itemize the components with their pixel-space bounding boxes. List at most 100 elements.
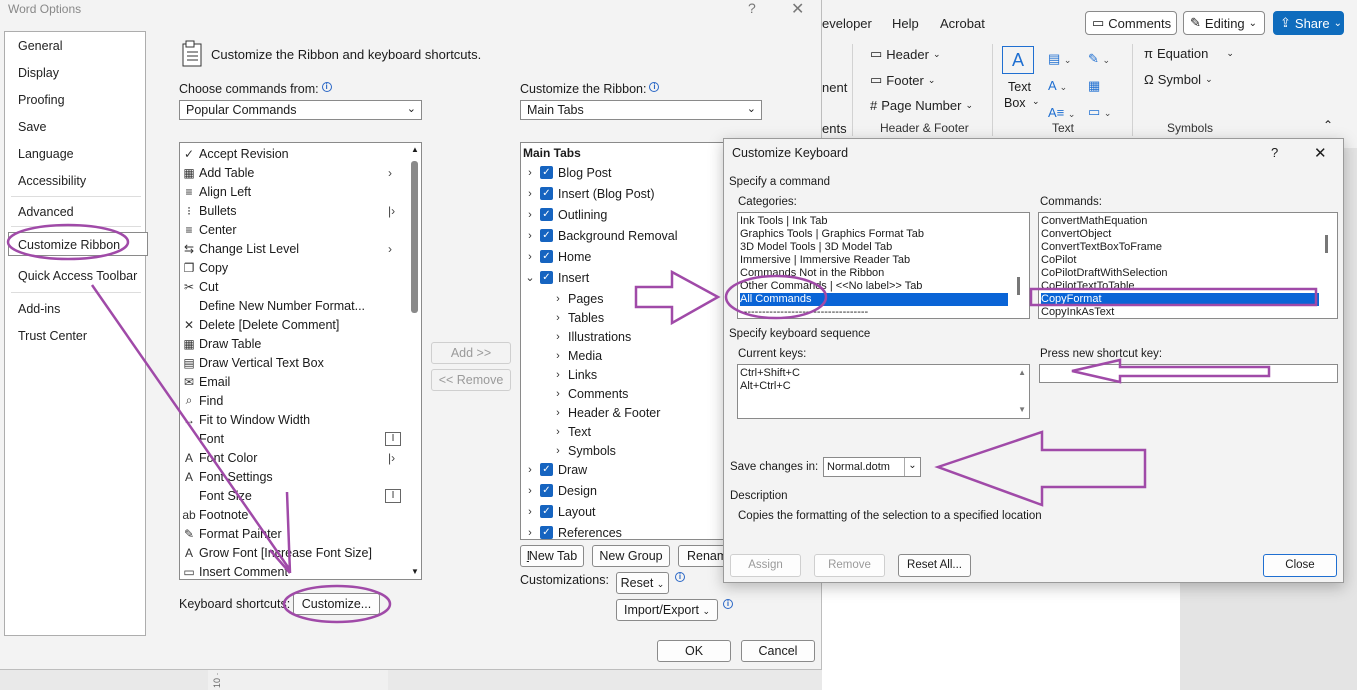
tab-help[interactable]: Help <box>892 16 919 31</box>
commands-listbox[interactable]: ✓ Accept Revision ▦ Add Table › ≡ Align Left ⁝ B… <box>179 142 422 580</box>
chevron-right-icon[interactable]: › <box>524 167 536 179</box>
tree-group-item[interactable]: › Text <box>552 421 591 442</box>
keyboard-command-item[interactable]: ConvertTextBoxToFrame <box>1041 241 1162 254</box>
nav-item-general[interactable]: General <box>18 39 62 53</box>
checkbox-icon[interactable]: ✓ <box>540 166 553 179</box>
text-icons-2[interactable]: ✎ ⌄ ▦ ▭ ⌄ <box>1088 46 1111 126</box>
chevron-right-icon[interactable]: › <box>524 230 536 242</box>
tree-tab-item[interactable]: › ✓ Design <box>524 480 597 501</box>
tab-acrobat[interactable]: Acrobat <box>940 16 985 31</box>
chevron-right-icon[interactable]: › <box>524 485 536 497</box>
keyboard-command-item[interactable]: CopyInkAsText <box>1041 306 1114 318</box>
chevron-right-icon[interactable]: › <box>552 388 564 400</box>
ok-button[interactable]: OK <box>657 640 731 662</box>
chevron-down-icon[interactable]: ⌄ <box>904 458 920 476</box>
chevron-right-icon[interactable]: › <box>524 188 536 200</box>
command-item[interactable]: ▤ Draw Vertical Text Box <box>180 353 324 372</box>
rename-button[interactable]: Renam <box>678 545 728 567</box>
ribbon-tabs-tree[interactable]: Main Tabs › ✓ Blog Post › ✓ Insert (Blog Post… <box>520 142 730 540</box>
save-changes-dropdown[interactable]: Normal.dotm ⌄ <box>823 457 921 477</box>
chevron-right-icon[interactable]: › <box>524 464 536 476</box>
tree-group-item[interactable]: › Symbols <box>552 440 616 461</box>
scrollbar-thumb[interactable] <box>1017 277 1020 295</box>
chevron-right-icon[interactable]: › <box>524 251 536 263</box>
current-key-item[interactable]: Alt+Ctrl+C <box>740 380 791 393</box>
keyboard-command-item[interactable]: CoPilot <box>1041 254 1076 267</box>
checkbox-icon[interactable]: ✓ <box>540 271 553 284</box>
command-item[interactable]: ✓ Accept Revision <box>180 144 289 163</box>
command-item[interactable]: ↔ Fit to Window Width <box>180 410 310 429</box>
header-button[interactable]: ▭ Header ⌄ <box>870 46 940 62</box>
checkbox-icon[interactable]: ✓ <box>540 250 553 263</box>
wordart-icon[interactable]: A ⌄ <box>1048 73 1075 100</box>
quick-parts-icon[interactable]: ▤ ⌄ <box>1048 46 1075 73</box>
checkbox-icon[interactable]: ✓ <box>540 505 553 518</box>
keyboard-command-item[interactable]: CopyFormat <box>1041 293 1319 306</box>
chevron-right-icon[interactable]: › <box>552 331 564 343</box>
new-group-button[interactable]: New Group <box>592 545 670 567</box>
command-item[interactable]: ✕ Delete [Delete Comment] <box>180 315 339 334</box>
footer-button[interactable]: ▭ Footer ⌄ <box>870 72 935 88</box>
close-button[interactable]: ✕ <box>1314 144 1327 162</box>
scroll-up-icon[interactable]: ▲ <box>411 145 419 154</box>
new-tab-button[interactable]: NNew Tab <box>520 545 584 567</box>
category-item[interactable]: Other Commands | <<No label>> Tab <box>740 280 922 293</box>
equation-button[interactable]: π Equation ⌄ <box>1144 46 1234 61</box>
command-item[interactable]: A Grow Font [Increase Font Size] <box>180 543 372 562</box>
tree-group-item[interactable]: › Illustrations <box>552 326 631 347</box>
category-item[interactable]: 3D Model Tools | 3D Model Tab <box>740 241 892 254</box>
command-item[interactable]: ❐ Copy <box>180 258 229 277</box>
command-item[interactable]: A Font Color |› <box>180 448 395 467</box>
add-button[interactable]: Add >> <box>431 342 511 364</box>
nav-item-add-ins[interactable]: Add-ins <box>18 302 60 316</box>
page-number-button[interactable]: # Page Number ⌄ <box>870 98 973 113</box>
tree-group-item[interactable]: › Comments <box>552 383 628 404</box>
command-item[interactable]: A Font Settings <box>180 467 273 486</box>
object-icon[interactable]: ▭ ⌄ <box>1088 99 1111 126</box>
category-item[interactable]: Ink Tools | Ink Tab <box>740 215 827 228</box>
import-export-button[interactable]: Import/Export ⌄ <box>616 599 718 621</box>
chevron-right-icon[interactable]: › <box>524 209 536 221</box>
chevron-right-icon[interactable]: › <box>552 369 564 381</box>
keyboard-command-item[interactable]: CoPilotDraftWithSelection <box>1041 267 1168 280</box>
chevron-right-icon[interactable]: › <box>552 407 564 419</box>
tree-tab-item[interactable]: › ✓ Draw <box>524 459 587 480</box>
help-button[interactable]: ? <box>1271 145 1278 160</box>
chevron-right-icon[interactable]: › <box>552 350 564 362</box>
category-item[interactable]: Graphics Tools | Graphics Format Tab <box>740 228 924 241</box>
info-icon[interactable]: i <box>649 82 660 92</box>
close-button[interactable]: ✕ <box>791 0 804 19</box>
scroll-up-icon[interactable]: ▲ <box>1018 368 1026 377</box>
checkbox-icon[interactable]: ✓ <box>540 187 553 200</box>
tree-tab-item[interactable]: › ✓ References <box>524 522 622 539</box>
chevron-right-icon[interactable]: › <box>552 445 564 457</box>
keyboard-command-item[interactable]: CoPilotTextToTable <box>1041 280 1135 293</box>
nav-item-display[interactable]: Display <box>18 66 59 80</box>
checkbox-icon[interactable]: ✓ <box>540 484 553 497</box>
tree-group-item[interactable]: › Tables <box>552 307 604 328</box>
reset-button[interactable]: Reset ⌄ <box>616 572 669 594</box>
chevron-right-icon[interactable]: › <box>552 426 564 438</box>
scrollbar-thumb[interactable] <box>1325 235 1328 253</box>
customize-ribbon-dropdown[interactable]: Main Tabs ⌄ <box>520 100 762 120</box>
command-item[interactable]: ⇆ Change List Level › <box>180 239 392 258</box>
tab-developer[interactable]: eveloper <box>822 16 872 31</box>
choose-commands-dropdown[interactable]: Popular Commands ⌄ <box>179 100 422 120</box>
command-item[interactable]: Font Size I <box>180 486 401 505</box>
chevron-down-icon[interactable]: ⌄ <box>524 271 536 284</box>
scroll-down-icon[interactable]: ▼ <box>411 567 419 576</box>
info-icon[interactable]: i <box>321 82 332 92</box>
current-key-item[interactable]: Ctrl+Shift+C <box>740 367 800 380</box>
chevron-right-icon[interactable]: › <box>552 312 564 324</box>
text-box-icon[interactable]: A <box>1002 46 1034 74</box>
remove-button[interactable]: Remove <box>814 554 885 577</box>
category-item[interactable]: Commands Not in the Ribbon <box>740 267 884 280</box>
chevron-right-icon[interactable]: › <box>524 506 536 518</box>
command-item[interactable]: ✉ Email <box>180 372 230 391</box>
tree-group-item[interactable]: › Media <box>552 345 602 366</box>
command-item[interactable]: ≡ Center <box>180 220 236 239</box>
close-dialog-button[interactable]: Close <box>1263 554 1337 577</box>
editing-button[interactable]: ✎ Editing ⌄ <box>1183 11 1265 35</box>
commands-scrollbar[interactable]: ▲ ▼ <box>410 143 420 579</box>
cancel-button[interactable]: Cancel <box>741 640 815 662</box>
